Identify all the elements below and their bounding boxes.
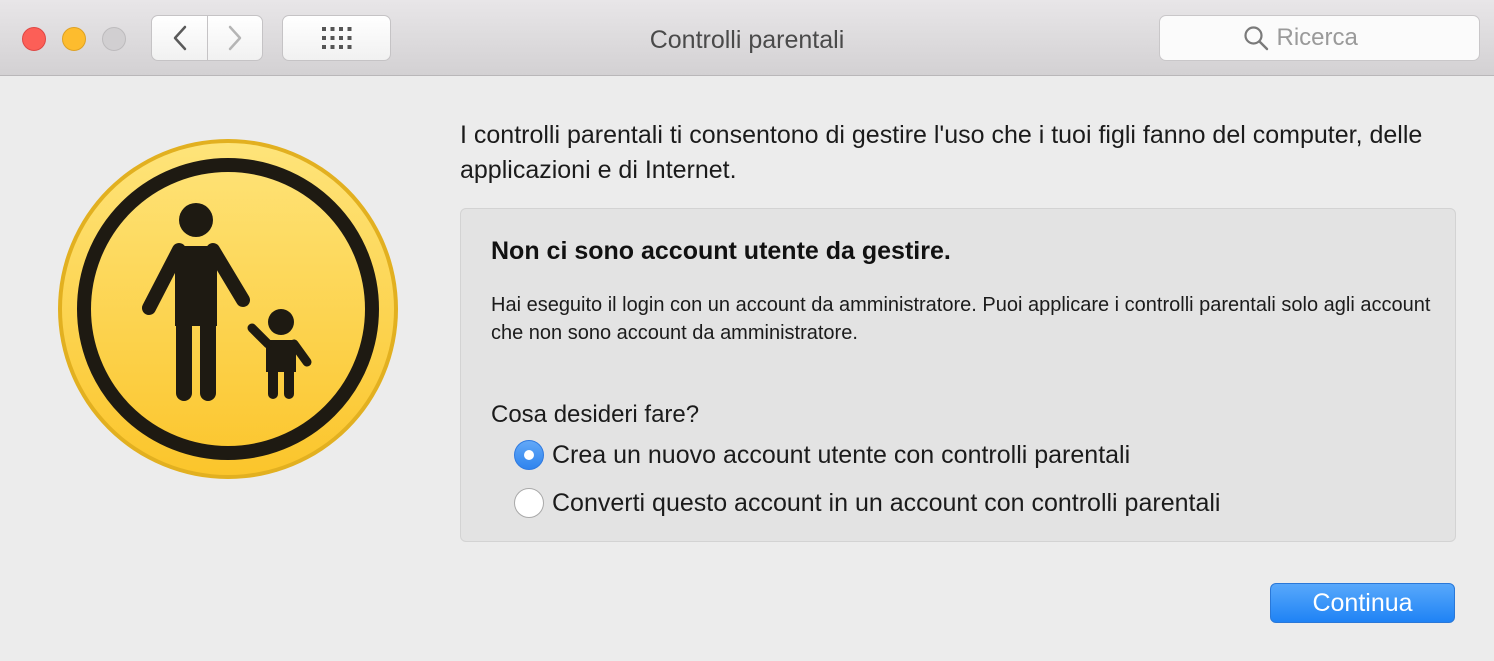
options-panel: Non ci sono account utente da gestire. H…: [460, 208, 1456, 542]
option-convert-account[interactable]: Converti questo account in un account co…: [514, 488, 1220, 518]
title-bar: Controlli parentali: [0, 0, 1494, 76]
search-icon: [1243, 26, 1268, 51]
radio-selected[interactable]: [514, 440, 544, 470]
search-field[interactable]: [1159, 15, 1480, 61]
panel-description: Hai eseguito il login con un account da …: [491, 294, 1431, 344]
radio-unselected[interactable]: [514, 488, 544, 518]
search-input[interactable]: [1268, 24, 1397, 52]
option-create-account[interactable]: Crea un nuovo account utente con control…: [514, 440, 1130, 470]
panel-heading: Non ci sono account utente da gestire.: [491, 237, 951, 265]
intro-text: I controlli parentali ti consentono di g…: [460, 121, 1423, 184]
parental-controls-icon: [57, 138, 399, 480]
continue-button[interactable]: Continua: [1270, 583, 1455, 623]
question-label: Cosa desideri fare?: [491, 401, 700, 428]
option-label: Crea un nuovo account utente con control…: [552, 440, 1131, 469]
option-label: Converti questo account in un account co…: [552, 488, 1221, 517]
